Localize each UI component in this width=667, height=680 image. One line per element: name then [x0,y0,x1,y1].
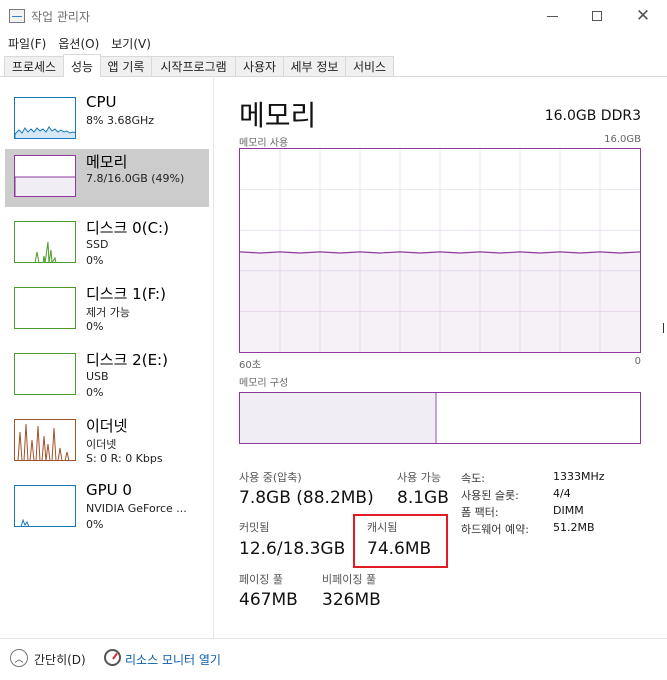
available-label: 사용 가능 [397,471,441,484]
sidebar-item-ethernet[interactable]: 이더넷 이더넷 S: 0 R: 0 Kbps [5,413,209,471]
tab-processes[interactable]: 프로세스 [4,56,64,76]
usage-graph-label: 메모리 사용 [239,138,289,149]
sidebar-item-detail: 7.8/16.0GB (49%) [86,172,185,185]
info-slots-value: 4/4 [553,487,571,500]
composition-in-use-segment [240,393,437,443]
sidebar-item-detail: SSD [86,238,109,251]
sidebar-item-detail: NVIDIA GeForce ... [86,502,187,515]
sidebar-item-name: 디스크 2(E:) [86,351,168,369]
tab-services[interactable]: 서비스 [345,56,394,76]
footer-bar: ︿ 간단히(D) 리소스 모니터 열기 [0,638,667,680]
memory-composition-bar [239,392,641,444]
sidebar-item-disk0[interactable]: 디스크 0(C:) SSD 0% [5,215,209,273]
cached-highlight-annotation [353,514,448,568]
page-title: 메모리 [239,99,317,132]
in-use-label: 사용 중(압축) [239,471,302,484]
memory-detail-panel: 메모리 16.0GB DDR3 메모리 사용 16.0GB 60초 0 메모리 … [215,78,667,638]
tab-details[interactable]: 세부 정보 [283,56,346,76]
maximize-button[interactable] [574,0,620,32]
window-edge-marker [663,323,667,333]
sidebar-item-cpu[interactable]: CPU 8% 3.68GHz [5,91,209,149]
sidebar-item-name: 메모리 [86,153,128,171]
info-hw-reserved-value: 51.2MB [553,521,595,534]
sidebar-item-name: CPU [86,93,117,111]
window-title: 작업 관리자 [31,10,91,24]
tab-app-history[interactable]: 앱 기록 [100,56,152,76]
tab-performance[interactable]: 성능 [63,54,101,77]
chevron-up-icon[interactable]: ︿ [10,649,28,667]
close-button[interactable]: ✕ [620,0,666,32]
committed-value: 12.6/18.3GB [239,539,346,559]
sidebar-item-name: 디스크 0(C:) [86,219,169,237]
maximize-icon [592,11,602,21]
sidebar-item-usage: 0% [86,518,104,531]
gpu-thumbnail-graph [14,485,76,527]
memory-usage-graph [239,148,641,353]
minimize-icon [546,15,558,17]
sidebar-item-usage: S: 0 R: 0 Kbps [86,452,163,465]
tab-strip: 프로세스 성능 앱 기록 시작프로그램 사용자 세부 정보 서비스 [0,54,667,77]
open-resource-monitor-link[interactable]: 리소스 모니터 열기 [125,651,221,668]
info-form-factor-value: DIMM [553,504,584,517]
available-value: 8.1GB [397,488,449,508]
sidebar-item-detail: 이더넷 [86,438,117,451]
cpu-thumbnail-graph [14,97,76,139]
task-manager-app-icon [9,9,25,23]
sidebar-item-detail: USB [86,370,109,383]
sidebar-item-usage: 0% [86,320,104,333]
disk1-thumbnail-graph [14,287,76,329]
minimize-button[interactable] [529,0,575,32]
info-hw-reserved-key: 하드웨어 예약: [461,523,529,536]
tab-startup[interactable]: 시작프로그램 [151,56,236,76]
menu-file[interactable]: 파일(F) [8,35,46,52]
nonpaged-pool-value: 326MB [322,590,381,610]
sidebar-item-gpu0[interactable]: GPU 0 NVIDIA GeForce ... 0% [5,479,209,537]
disk2-thumbnail-graph [14,353,76,395]
info-form-factor-key: 폼 팩터: [461,506,499,519]
sidebar-item-memory[interactable]: 메모리 7.8/16.0GB (49%) [5,149,209,207]
memory-usage-area [240,251,640,352]
info-speed-key: 속도: [461,472,485,485]
memory-thumbnail-graph [14,155,76,197]
usage-graph-max: 16.0GB [604,134,641,145]
committed-label: 커밋됨 [239,521,270,534]
performance-sidebar: CPU 8% 3.68GHz 메모리 7.8/16.0GB (49%) 디스크 … [0,78,214,638]
disk0-thumbnail-graph [14,221,76,263]
info-speed-value: 1333MHz [553,470,605,483]
menu-options[interactable]: 옵션(O) [58,35,99,52]
tab-users[interactable]: 사용자 [235,56,284,76]
menu-bar: 파일(F) 옵션(O) 보기(V) [0,32,667,54]
time-axis-start: 60초 [239,360,261,371]
resource-monitor-icon[interactable] [104,649,121,666]
title-bar[interactable]: 작업 관리자 ✕ [0,0,667,32]
sidebar-item-disk2[interactable]: 디스크 2(E:) USB 0% [5,347,209,405]
sidebar-item-detail: 제거 가능 [86,306,130,319]
nonpaged-pool-label: 비페이징 풀 [322,573,377,586]
composition-label: 메모리 구성 [239,378,289,389]
close-icon: ✕ [635,5,651,26]
fewer-details-link[interactable]: 간단히(D) [34,651,86,668]
sidebar-item-name: 디스크 1(F:) [86,285,166,303]
info-slots-key: 사용된 슬롯: [461,489,519,502]
sidebar-item-name: GPU 0 [86,481,132,499]
paged-pool-value: 467MB [239,590,298,610]
ethernet-thumbnail-graph [14,419,76,461]
menu-view[interactable]: 보기(V) [111,35,151,52]
time-axis-end: 0 [634,356,641,367]
sidebar-item-usage: 0% [86,386,104,399]
memory-spec: 16.0GB DDR3 [544,108,641,124]
sidebar-item-disk1[interactable]: 디스크 1(F:) 제거 가능 0% [5,281,209,339]
sidebar-item-usage: 0% [86,254,104,267]
sidebar-item-name: 이더넷 [86,417,128,435]
in-use-value: 7.8GB (88.2MB) [239,488,374,508]
sidebar-item-detail: 8% 3.68GHz [86,114,155,127]
paged-pool-label: 페이징 풀 [239,573,283,586]
